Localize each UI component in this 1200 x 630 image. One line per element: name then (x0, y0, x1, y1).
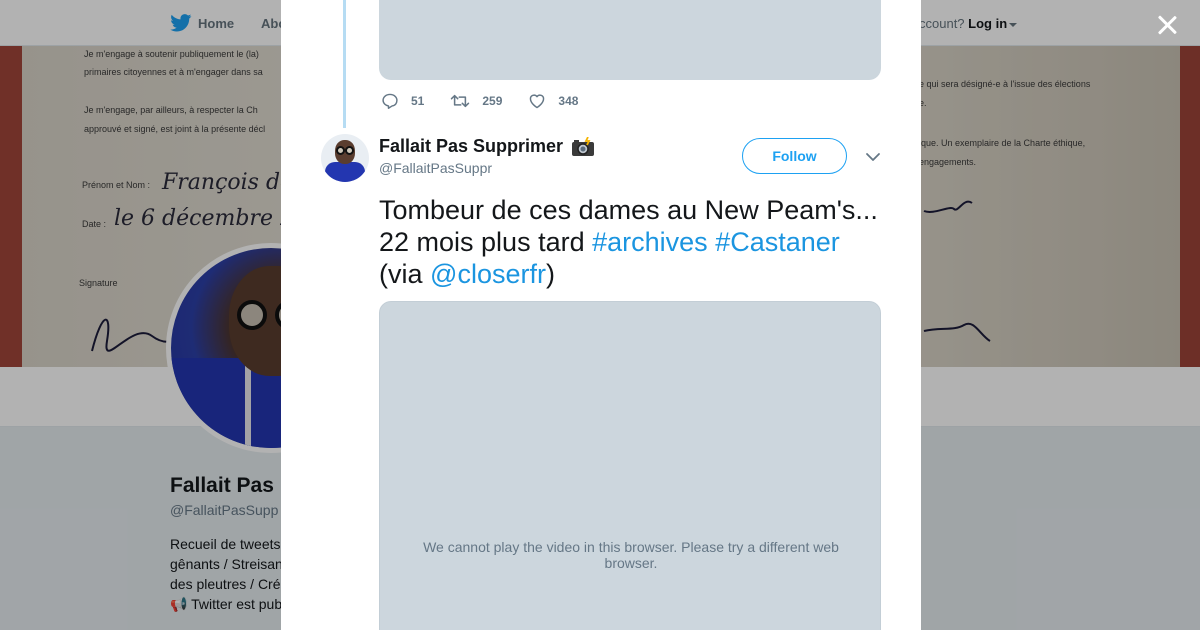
tweet-permalink-modal: 51 259 348 Fallait Pas Supprimer @Fallai… (281, 0, 921, 630)
glasses-icon (336, 146, 345, 155)
previous-tweet-media[interactable] (379, 0, 881, 80)
hashtag-link[interactable]: #Castaner (715, 227, 840, 257)
reply-icon (382, 93, 398, 109)
retweet-count: 259 (482, 94, 503, 108)
hashtag-link[interactable]: #archives (592, 227, 708, 257)
reply-count: 51 (411, 94, 425, 108)
follow-button[interactable]: Follow (742, 138, 847, 174)
glasses-icon (345, 146, 354, 155)
conversation-thread-line (343, 0, 346, 128)
video-unsupported-message: We cannot play the video in this browser… (423, 539, 839, 571)
tweet-author-handle[interactable]: @FallaitPasSuppr (379, 160, 492, 176)
retweet-button[interactable]: 259 (450, 93, 502, 109)
mention-link[interactable]: @closerfr (430, 259, 546, 289)
reply-button[interactable]: 51 (381, 93, 424, 109)
tweet-author-name: Fallait Pas Supprimer (379, 136, 564, 156)
previous-tweet-actions: 51 259 348 (381, 93, 604, 109)
tweet-author-avatar[interactable] (321, 134, 369, 182)
chevron-down-icon[interactable] (865, 150, 881, 164)
like-button[interactable]: 348 (528, 93, 578, 109)
camera-flash-icon (572, 136, 595, 156)
tweet-author-name-row[interactable]: Fallait Pas Supprimer (379, 136, 595, 157)
like-count: 348 (558, 94, 579, 108)
via-prefix: (via (379, 259, 423, 289)
video-player[interactable]: We cannot play the video in this browser… (379, 301, 881, 630)
heart-icon (530, 94, 545, 109)
retweet-icon (451, 94, 470, 108)
tweet-text: Tombeur de ces dames au New Peam's... 22… (379, 194, 879, 290)
avatar-jacket (325, 162, 365, 182)
close-icon[interactable] (1154, 12, 1180, 38)
via-suffix: ) (545, 259, 555, 289)
